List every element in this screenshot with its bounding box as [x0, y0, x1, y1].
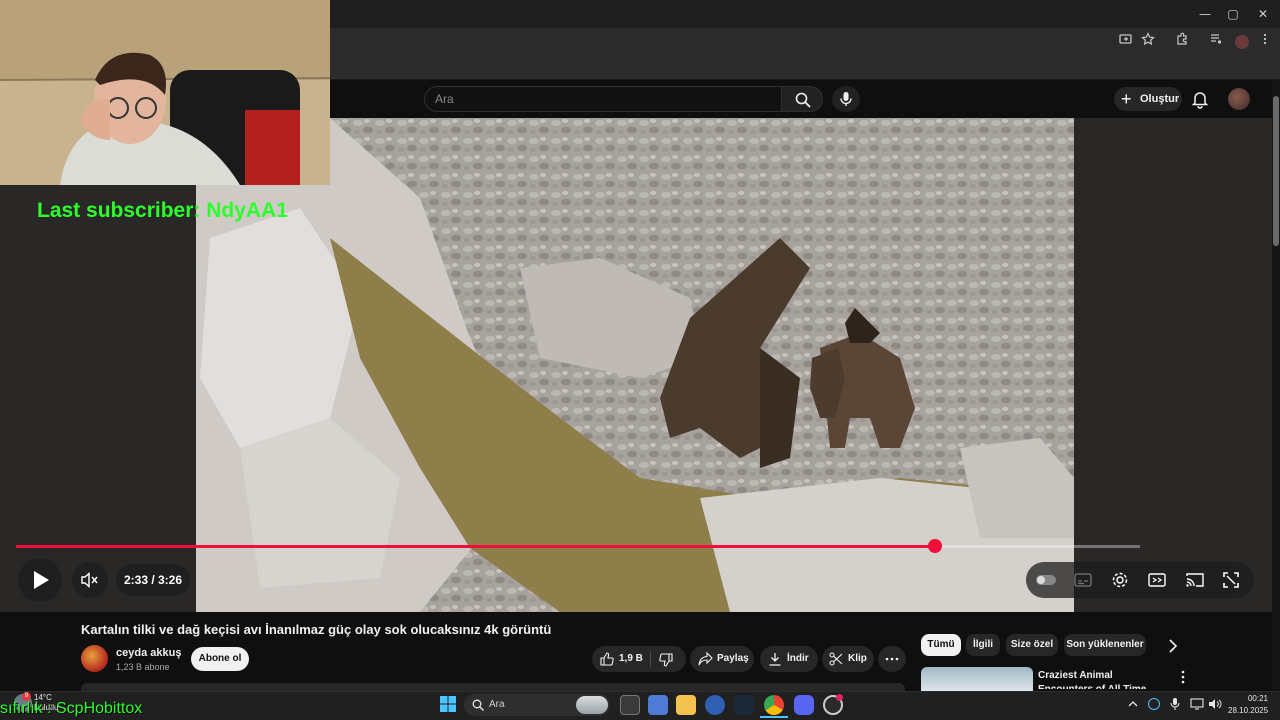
last-subscriber-text: Last subscriber: NdyAA1: [37, 199, 288, 222]
share-label: Paylaş: [717, 653, 749, 664]
video-frame: [0, 118, 1272, 612]
download-icon: [769, 653, 781, 666]
install-app-icon[interactable]: [1116, 32, 1136, 52]
divider: [650, 651, 651, 667]
progress-played: [16, 545, 936, 548]
discord-icon[interactable]: [794, 695, 814, 715]
network-icon[interactable]: [1190, 698, 1204, 710]
volume-muted-icon: [81, 572, 98, 588]
channel-name[interactable]: ceyda akkuş: [116, 647, 181, 659]
bookmark-star-icon[interactable]: [1138, 32, 1158, 52]
fullscreen-icon[interactable]: [1223, 572, 1239, 588]
miniplayer-icon[interactable]: [1148, 572, 1166, 588]
tray-mic-icon[interactable]: [1170, 697, 1180, 711]
taskbar-search-icon: [472, 699, 484, 711]
windows-start-icon[interactable]: [440, 696, 456, 712]
search-button[interactable]: [781, 86, 823, 112]
share-icon: [698, 652, 713, 666]
account-avatar[interactable]: [1228, 88, 1250, 110]
chip-for-you[interactable]: Size özel: [1006, 634, 1058, 656]
plus-icon: +: [1121, 89, 1132, 109]
mic-icon: [840, 92, 852, 106]
maximize-button[interactable]: ▢: [1216, 4, 1250, 24]
bell-icon[interactable]: [1190, 89, 1210, 109]
file-explorer-icon[interactable]: [676, 695, 696, 715]
voice-search-button[interactable]: [832, 86, 860, 112]
close-button[interactable]: ✕: [1246, 4, 1280, 24]
settings-gear-icon[interactable]: [1111, 571, 1129, 589]
player-right-controls: [1026, 562, 1254, 598]
chrome-icon[interactable]: [764, 695, 784, 715]
extensions-icon[interactable]: [1172, 32, 1192, 52]
download-label: İndir: [787, 653, 809, 664]
clock-date: 28.10.2025: [1228, 706, 1269, 715]
video-player[interactable]: [0, 118, 1272, 612]
time-display: 2:33 / 3:26: [116, 564, 190, 596]
share-button[interactable]: Paylaş: [690, 646, 754, 672]
browser-menu-icon[interactable]: [1255, 32, 1275, 52]
autoplay-toggle[interactable]: [1036, 575, 1056, 585]
widgets-app-icon[interactable]: [648, 695, 668, 715]
download-button[interactable]: İndir: [760, 646, 818, 672]
search-input[interactable]: Ara: [424, 86, 782, 112]
subtitles-icon[interactable]: [1074, 572, 1092, 588]
clock-time: 00:21: [1247, 694, 1268, 703]
clock[interactable]: 00:21 28.10.2025: [1228, 693, 1268, 717]
taskbar: [0, 691, 1280, 720]
tab-strip: [330, 0, 1280, 28]
steam-icon[interactable]: [734, 695, 754, 715]
mute-button[interactable]: [72, 562, 108, 598]
more-actions-button[interactable]: [878, 646, 906, 672]
sync-icon[interactable]: [1148, 698, 1160, 710]
play-icon: [34, 571, 49, 589]
task-view-icon[interactable]: [620, 695, 640, 715]
app-badge: [836, 694, 843, 701]
scissors-icon: [829, 652, 843, 666]
more-horizontal-icon: [885, 657, 899, 661]
stream-bottom-text: sıfırlık : ScpHobittox: [0, 700, 143, 717]
like-dislike-group: 1,9 B: [592, 646, 686, 672]
play-button[interactable]: [18, 558, 62, 602]
description-box[interactable]: [81, 683, 905, 691]
clip-label: Klip: [848, 653, 867, 664]
recommended-thumbnail[interactable]: [921, 667, 1033, 691]
address-bar[interactable]: [330, 30, 1110, 54]
recommended-title[interactable]: Craziest Animal Encounters of All Time: [1038, 669, 1168, 689]
clip-button[interactable]: Klip: [822, 646, 874, 672]
webcam-overlay: [0, 0, 330, 185]
webcam-image: [0, 0, 330, 185]
chip-recent[interactable]: Son yüklenenler: [1064, 634, 1146, 656]
subscriber-count: 1,23 B abone: [116, 662, 170, 672]
cast-icon[interactable]: [1186, 572, 1204, 588]
chip-all[interactable]: Tümü: [921, 634, 961, 656]
subscribe-button[interactable]: Abone ol: [191, 647, 249, 671]
chevron-up-icon[interactable]: [1128, 700, 1138, 708]
channel-avatar[interactable]: [81, 645, 108, 672]
media-controls-icon[interactable]: [1206, 32, 1226, 52]
app-icon-blue[interactable]: [705, 695, 725, 715]
chip-related[interactable]: İlgili: [966, 634, 1000, 656]
search-highlight-image: [576, 696, 608, 714]
search-icon: [795, 92, 811, 108]
active-app-indicator: [760, 716, 788, 718]
thumbs-down-icon[interactable]: [659, 653, 673, 667]
thumbs-up-icon[interactable]: [600, 652, 614, 666]
scrollbar-thumb[interactable]: [1273, 96, 1279, 246]
more-vertical-icon[interactable]: [1180, 669, 1186, 685]
like-count[interactable]: 1,9 B: [619, 646, 643, 672]
volume-icon[interactable]: [1208, 698, 1222, 710]
video-title: Kartalın tilki ve dağ keçisi avı İnanılm…: [81, 622, 552, 637]
chevron-right-icon[interactable]: [1168, 639, 1178, 653]
profile-avatar[interactable]: [1235, 35, 1249, 49]
